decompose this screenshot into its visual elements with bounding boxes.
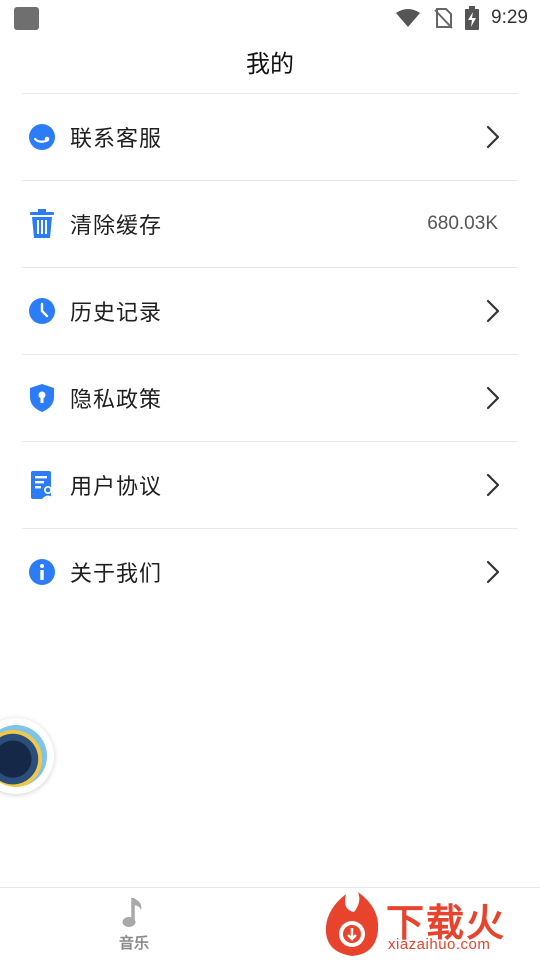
menu-item-about-us[interactable]: 关于我们 (22, 529, 518, 615)
settings-menu: 联系客服 清除缓存 680.03K 历史记录 隐私政策 用户协议 关于我们 (22, 93, 518, 615)
chevron-right-icon (486, 386, 500, 410)
watermark-url: xiazaihuo.com (388, 936, 491, 953)
shield-icon (27, 383, 57, 413)
floating-music-player[interactable] (0, 718, 54, 794)
menu-item-privacy-policy[interactable]: 隐私政策 (22, 355, 518, 442)
menu-item-label: 联系客服 (70, 127, 163, 152)
menu-item-history[interactable]: 历史记录 (22, 268, 518, 355)
tab-music[interactable]: 音乐 (104, 896, 164, 956)
document-user-icon (27, 470, 57, 500)
album-art (0, 725, 47, 787)
status-bar: 9:29 (0, 0, 540, 36)
page-title: 我的 (246, 50, 294, 78)
no-sim-icon (434, 8, 453, 29)
chevron-right-icon (486, 299, 500, 323)
chevron-right-icon (486, 473, 500, 497)
chevron-right-icon (486, 560, 500, 584)
flame-logo-icon (325, 892, 379, 956)
chevron-right-icon (486, 125, 500, 149)
menu-item-customer-service[interactable]: 联系客服 (22, 94, 518, 181)
status-time: 9:29 (491, 7, 528, 28)
status-icons: 9:29 (395, 0, 528, 36)
wifi-icon (396, 9, 421, 27)
menu-item-label: 关于我们 (70, 562, 163, 587)
menu-item-label: 用户协议 (70, 475, 163, 500)
cache-size-value: 680.03K (427, 213, 498, 234)
app-square-icon (14, 7, 39, 30)
watermark: 下载火 xiazaihuo.com (318, 888, 540, 960)
clock-icon (27, 296, 57, 326)
menu-item-label: 清除缓存 (70, 214, 163, 239)
menu-item-clear-cache[interactable]: 清除缓存 680.03K (22, 181, 518, 268)
battery-charging-icon (465, 6, 480, 30)
music-note-icon (122, 898, 142, 927)
customer-service-icon (27, 122, 57, 152)
menu-item-user-agreement[interactable]: 用户协议 (22, 442, 518, 529)
menu-item-label: 历史记录 (70, 301, 163, 326)
tab-music-label: 音乐 (118, 934, 149, 952)
info-icon (27, 557, 57, 587)
trash-icon (27, 209, 57, 239)
menu-item-label: 隐私政策 (70, 388, 163, 413)
